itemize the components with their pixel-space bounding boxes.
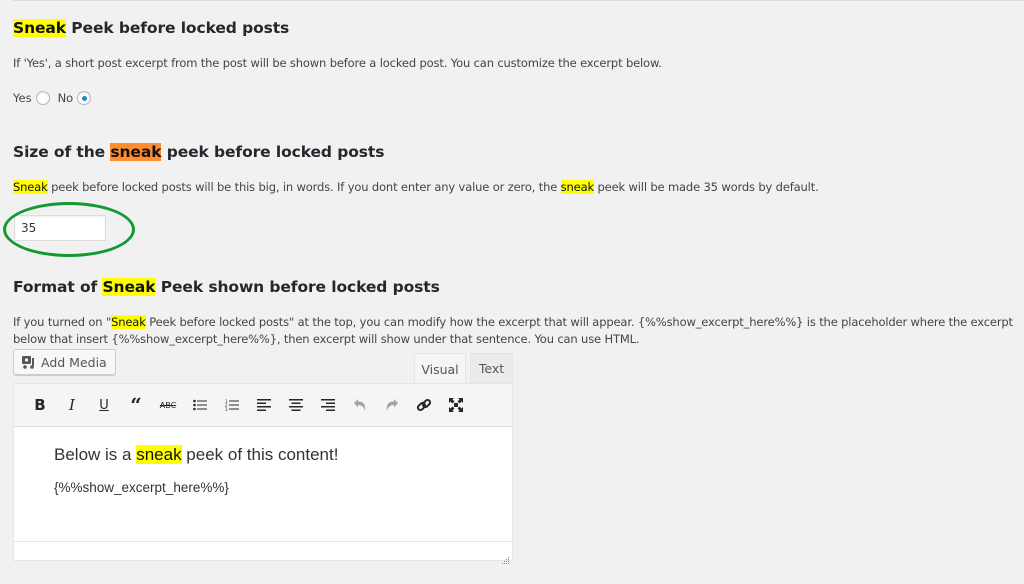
desc-text: If you turned on ": [13, 315, 112, 329]
numbered-list-icon[interactable]: 123: [216, 391, 248, 419]
content-text: peek of this content!: [181, 445, 339, 464]
sneak-peek-size-input[interactable]: [14, 215, 106, 241]
highlight: Sneak: [13, 180, 48, 194]
section-title-format: Format of Sneak Peek shown before locked…: [13, 278, 440, 296]
highlight: sneak: [110, 143, 162, 161]
undo-icon[interactable]: [344, 391, 376, 419]
title-text: peek before locked posts: [161, 143, 385, 161]
content-line-2: {%%show_excerpt_here%%}: [54, 480, 229, 495]
add-media-label: Add Media: [41, 354, 107, 370]
redo-icon[interactable]: [376, 391, 408, 419]
svg-text:3: 3: [225, 407, 228, 411]
radio-yes[interactable]: [35, 91, 50, 105]
highlight: sneak: [560, 180, 594, 194]
content-text: Below is a: [54, 445, 137, 464]
desc-text: Peek before locked posts" at the top, yo…: [145, 315, 1013, 329]
editor-toolbar: B I U “ ABC 123: [14, 384, 512, 427]
radio-no-label: No: [57, 91, 74, 105]
rich-text-editor: B I U “ ABC 123 Below is a sneak peek of…: [13, 383, 513, 564]
italic-icon[interactable]: I: [56, 391, 88, 419]
content-line-1: Below is a sneak peek of this content!: [54, 445, 512, 465]
format-description-line1: If you turned on "Sneak Peek before lock…: [13, 315, 1013, 329]
tab-text[interactable]: Text: [470, 353, 513, 383]
align-right-icon[interactable]: [312, 391, 344, 419]
section-title-size: Size of the sneak peek before locked pos…: [13, 143, 384, 161]
top-divider: [13, 0, 1024, 1]
underline-icon[interactable]: U: [88, 391, 120, 419]
sneak-peek-radio-group: Yes No: [13, 91, 99, 105]
bold-icon[interactable]: B: [24, 391, 56, 419]
radio-no[interactable]: [77, 91, 92, 105]
media-icon: [22, 355, 36, 369]
bullet-list-icon[interactable]: [184, 391, 216, 419]
highlight: Sneak: [13, 19, 66, 37]
size-description: Sneak peek before locked posts will be t…: [13, 180, 819, 194]
radio-yes-label: Yes: [13, 91, 32, 105]
desc-text: peek before locked posts will be this bi…: [47, 180, 561, 194]
add-media-button[interactable]: Add Media: [13, 349, 116, 375]
resize-handle-icon[interactable]: [502, 550, 510, 564]
highlight: Sneak: [102, 278, 156, 296]
highlight: sneak: [136, 445, 182, 464]
title-text: Format of: [13, 278, 103, 296]
fullscreen-icon[interactable]: [440, 391, 472, 419]
title-text: Size of the: [13, 143, 111, 161]
format-description-line2: below that insert {%%show_excerpt_here%%…: [13, 332, 640, 346]
align-center-icon[interactable]: [280, 391, 312, 419]
link-icon[interactable]: [408, 391, 440, 419]
editor-content[interactable]: Below is a sneak peek of this content! {…: [14, 427, 512, 542]
highlight: Sneak: [111, 315, 146, 329]
blockquote-icon[interactable]: “: [120, 391, 152, 419]
section-title-sneak-peek: Sneak Peek before locked posts: [13, 19, 289, 37]
tab-visual[interactable]: Visual: [414, 353, 466, 384]
title-text: Peek before locked posts: [65, 19, 290, 37]
title-text: Peek shown before locked posts: [155, 278, 440, 296]
align-left-icon[interactable]: [248, 391, 280, 419]
strikethrough-icon[interactable]: ABC: [152, 391, 184, 419]
desc-text: peek will be made 35 words by default.: [593, 180, 819, 194]
sneak-peek-description: If 'Yes', a short post excerpt from the …: [13, 56, 662, 70]
